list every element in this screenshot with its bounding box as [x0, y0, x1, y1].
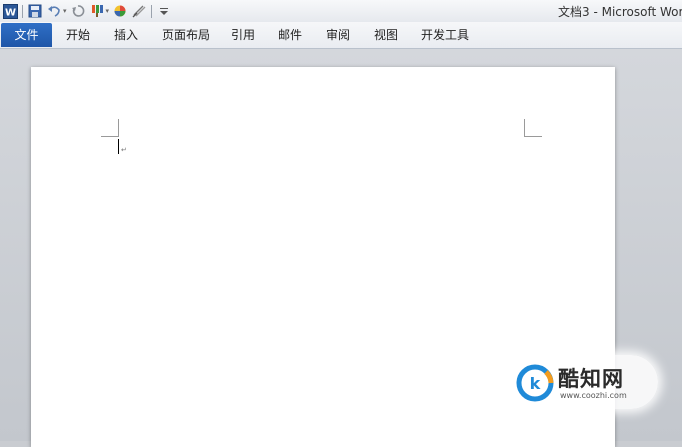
redo-icon[interactable]: [70, 3, 86, 19]
undo-dropdown-icon[interactable]: ▾: [63, 7, 67, 15]
title-bar: W ▾ ▾ 文档3 - Microsoft Word: [0, 0, 682, 22]
tab-review[interactable]: 审阅: [318, 22, 358, 48]
quick-access-toolbar: W ▾ ▾: [2, 2, 172, 20]
format-painter-dropdown-icon[interactable]: ▾: [106, 7, 110, 15]
toolbar-separator: [151, 4, 153, 18]
margin-crop-mark-top-right: [524, 119, 542, 137]
tab-insert[interactable]: 插入: [106, 22, 146, 48]
margin-crop-mark-top-left: [101, 119, 119, 137]
tab-references[interactable]: 引用: [223, 22, 263, 48]
svg-text:k: k: [530, 374, 541, 393]
svg-text:W: W: [4, 7, 15, 18]
save-icon[interactable]: [27, 3, 43, 19]
paragraph-mark-icon: ↵: [121, 146, 127, 154]
word-app-icon[interactable]: W: [2, 3, 18, 19]
watermark-url: www.coozhi.com: [560, 391, 627, 400]
format-painter-icon[interactable]: [89, 3, 105, 19]
tab-file[interactable]: 文件: [1, 23, 52, 47]
color-wheel-icon[interactable]: [112, 3, 128, 19]
tab-home[interactable]: 开始: [58, 22, 98, 48]
undo-icon[interactable]: [46, 3, 62, 19]
window-title: 文档3 - Microsoft Word: [558, 5, 682, 19]
text-cursor: [118, 139, 119, 154]
customize-toolbar-icon[interactable]: [156, 3, 172, 19]
tab-page-layout[interactable]: 页面布局: [157, 22, 215, 48]
coozhi-logo-icon: k: [516, 364, 554, 402]
ribbon-tab-bar: 文件 开始 插入 页面布局 引用 邮件 审阅 视图 开发工具: [0, 22, 682, 49]
tab-mailings[interactable]: 邮件: [270, 22, 310, 48]
watermark-name: 酷知网: [558, 367, 624, 391]
clear-format-icon[interactable]: [131, 3, 147, 19]
toolbar-separator: [22, 4, 23, 18]
site-watermark: k 酷知网 www.coozhi.com: [508, 355, 658, 409]
tab-developer[interactable]: 开发工具: [415, 22, 475, 48]
tab-view[interactable]: 视图: [366, 22, 406, 48]
